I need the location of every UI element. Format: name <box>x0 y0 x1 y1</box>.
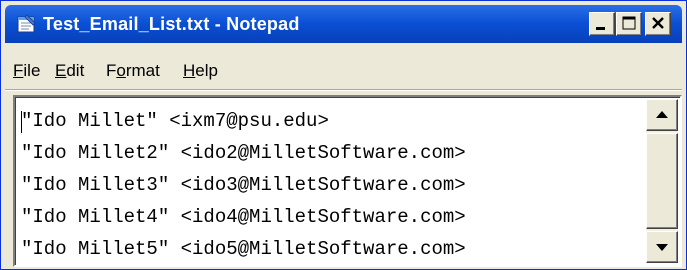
text-line: "Ido Millet2" <ido2@MilletSoftware.com> <box>21 142 466 164</box>
close-button[interactable] <box>645 12 671 36</box>
menu-format-pre: F <box>106 61 117 80</box>
maximize-icon <box>622 16 636 30</box>
vertical-scrollbar[interactable] <box>646 99 678 263</box>
text-line: "Ido Millet3" <ido3@MilletSoftware.com> <box>21 174 466 196</box>
scrollbar-thumb[interactable] <box>646 133 678 229</box>
arrow-up-icon <box>656 111 668 118</box>
menu-file-mnemonic: F <box>13 61 24 80</box>
scroll-up-button[interactable] <box>646 99 678 131</box>
menu-file-label: ile <box>23 61 41 80</box>
menu-bar: File Edit Format Help <box>5 53 682 87</box>
menu-help[interactable]: Help <box>183 59 218 83</box>
menu-edit-mnemonic: E <box>55 61 67 80</box>
title-bar[interactable]: Test_Email_List.txt - Notepad <box>5 5 682 43</box>
text-content[interactable]: "Ido Millet" <ixm7@psu.edu> "Ido Millet2… <box>19 101 647 265</box>
window-title: Test_Email_List.txt - Notepad <box>43 14 300 34</box>
text-line: "Ido Millet5" <ido5@MilletSoftware.com> <box>21 238 466 260</box>
arrow-down-icon <box>656 244 668 251</box>
minimize-button[interactable] <box>589 12 615 36</box>
menu-help-label: elp <box>195 61 218 80</box>
menu-help-mnemonic: H <box>183 61 196 80</box>
close-icon <box>652 17 664 29</box>
menu-format[interactable]: Format <box>106 59 160 83</box>
text-line: "Ido Millet4" <ido4@MilletSoftware.com> <box>21 206 466 228</box>
minimize-icon <box>596 27 605 30</box>
notepad-window: Test_Email_List.txt - Notepad File Edit … <box>0 0 687 270</box>
notepad-icon[interactable] <box>15 14 37 34</box>
menu-divider <box>5 89 682 91</box>
text-editor[interactable]: "Ido Millet" <ixm7@psu.edu> "Ido Millet2… <box>13 95 682 267</box>
text-line: "Ido Millet" <ixm7@psu.edu> <box>21 110 329 132</box>
maximize-button[interactable] <box>616 12 642 36</box>
menu-edit[interactable]: Edit <box>55 59 84 83</box>
menu-format-label: rmat <box>125 61 160 80</box>
menu-file[interactable]: File <box>13 59 40 83</box>
menu-format-mnemonic: o <box>116 61 126 80</box>
scroll-down-button[interactable] <box>646 231 678 263</box>
menu-edit-label: dit <box>66 61 85 80</box>
